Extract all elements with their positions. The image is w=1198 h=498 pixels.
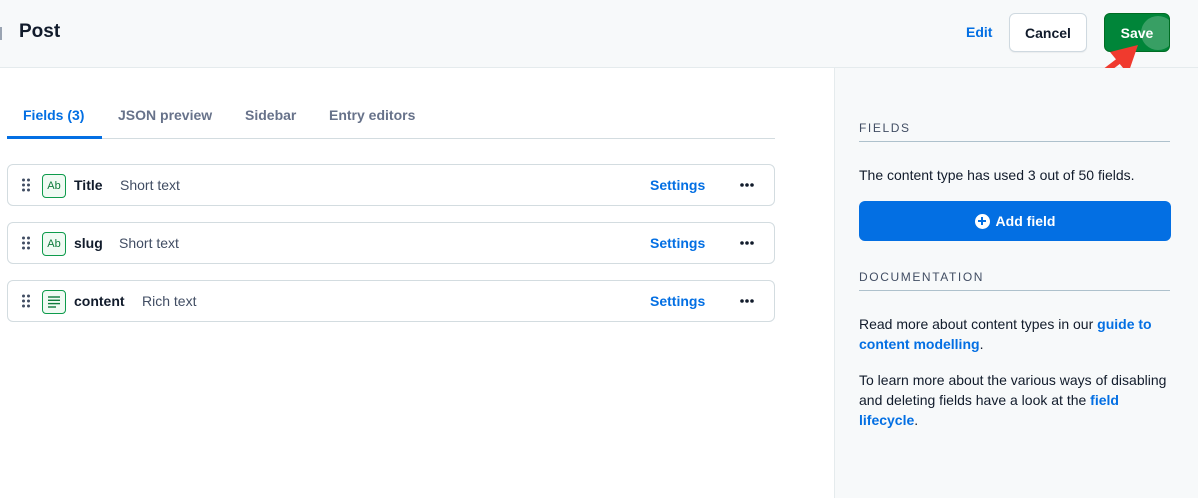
page-title: Post	[19, 21, 61, 42]
field-type: Rich text	[142, 293, 197, 309]
field-settings-button[interactable]: Settings	[650, 177, 705, 193]
drag-handle-icon[interactable]	[21, 236, 31, 250]
more-options-icon[interactable]	[736, 293, 758, 309]
field-settings-button[interactable]: Settings	[650, 293, 705, 309]
short-text-icon: Ab	[42, 232, 66, 256]
more-options-icon[interactable]	[736, 235, 758, 251]
page-header: Post Edit Cancel Save	[0, 0, 1198, 68]
doc-text: To learn more about the various ways of …	[859, 372, 1167, 408]
fields-heading: FIELDS	[859, 121, 1170, 142]
tab-sidebar[interactable]: Sidebar	[245, 107, 296, 123]
fields-usage-text: The content type has used 3 out of 50 fi…	[859, 167, 1135, 183]
field-type: Short text	[119, 235, 179, 251]
drag-handle-icon[interactable]	[21, 294, 31, 308]
plus-circle-icon	[974, 213, 990, 229]
documentation-paragraph-2: To learn more about the various ways of …	[859, 370, 1169, 430]
back-edge-indicator	[0, 27, 2, 40]
field-settings-button[interactable]: Settings	[650, 235, 705, 251]
short-text-icon-glyph: Ab	[47, 180, 61, 192]
content-type-sidebar: FIELDS The content type has used 3 out o…	[834, 68, 1198, 498]
field-row-content: content Rich text Settings	[7, 280, 775, 322]
field-row-title: Ab Title Short text Settings	[7, 164, 775, 206]
field-name: slug	[74, 235, 103, 251]
more-options-icon[interactable]	[736, 177, 758, 193]
rich-text-icon	[42, 290, 66, 314]
edit-button[interactable]: Edit	[966, 24, 992, 40]
active-tab-indicator	[7, 136, 102, 139]
field-type: Short text	[120, 177, 180, 193]
doc-text: .	[914, 412, 919, 428]
tab-fields[interactable]: Fields (3)	[23, 107, 84, 123]
doc-text: .	[979, 336, 984, 352]
drag-handle-icon[interactable]	[21, 178, 31, 192]
save-button-label: Save	[1120, 24, 1154, 41]
documentation-paragraph-1: Read more about content types in our gui…	[859, 314, 1179, 354]
tab-json-preview[interactable]: JSON preview	[118, 107, 212, 123]
field-row-slug: Ab slug Short text Settings	[7, 222, 775, 264]
field-name: content	[74, 293, 125, 309]
field-name: Title	[74, 177, 103, 193]
add-field-label: Add field	[995, 213, 1056, 229]
short-text-icon: Ab	[42, 174, 66, 198]
content-type-tabs: Fields (3) JSON preview Sidebar Entry ed…	[7, 96, 775, 139]
short-text-icon-glyph: Ab	[47, 238, 61, 250]
rich-text-lines-icon	[48, 296, 60, 308]
doc-text: Read more about content types in our	[859, 316, 1098, 332]
documentation-heading: DOCUMENTATION	[859, 270, 1170, 291]
tab-entry-editors[interactable]: Entry editors	[329, 107, 415, 123]
add-field-button[interactable]: Add field	[859, 201, 1171, 241]
